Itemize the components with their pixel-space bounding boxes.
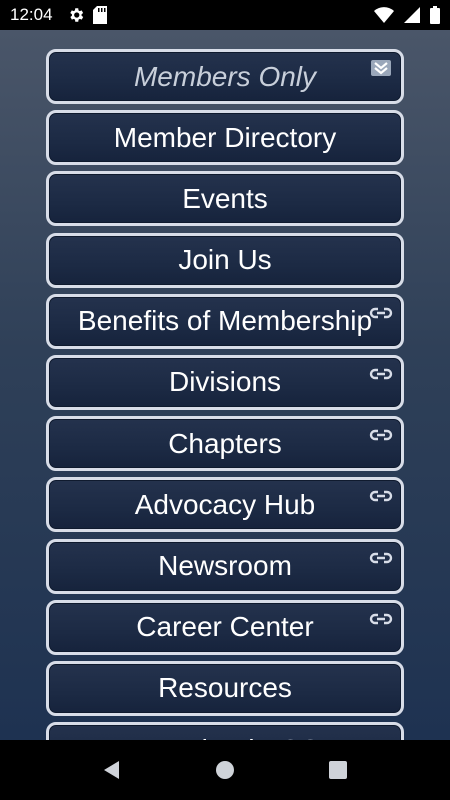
link-icon [369, 552, 393, 563]
menu-list: Members Only Member Directory Events Join … [46, 49, 404, 740]
back-icon[interactable] [100, 758, 124, 782]
recents-icon[interactable] [326, 758, 350, 782]
menu-item-label: Member Directory [113, 121, 337, 153]
menu-item-label: Benefits of Membership [77, 305, 373, 337]
link-icon [369, 307, 393, 318]
menu-item-label: Divisions [168, 366, 282, 398]
link-icon [369, 613, 393, 624]
join-us-button[interactable]: Join Us [46, 232, 404, 288]
wifi-icon [374, 7, 394, 23]
sd-card-icon [92, 6, 107, 24]
resources-button[interactable]: Resources [46, 660, 404, 716]
divisions-button[interactable]: Divisions [46, 354, 404, 410]
menu-item-label: Career Center [136, 611, 314, 643]
download-psc-button[interactable]: Download PSC [46, 722, 404, 740]
menu-item-label: Newsroom [158, 550, 292, 581]
members-only-header-button[interactable]: Members Only [46, 49, 404, 104]
gear-icon [69, 8, 83, 22]
battery-icon [430, 6, 440, 24]
benefits-of-membership-button[interactable]: Benefits of Membership [46, 293, 404, 349]
menu-item-label: Join Us [178, 244, 272, 276]
status-bar: 12:04 [0, 0, 450, 30]
menu-item-label: Advocacy Hub [134, 488, 316, 520]
events-button[interactable]: Events [46, 171, 404, 227]
status-time: 12:04 [10, 5, 53, 24]
career-center-button[interactable]: Career Center [46, 599, 404, 655]
chapters-button[interactable]: Chapters [46, 416, 404, 472]
double-chevron-down-icon [371, 60, 391, 76]
link-icon [369, 429, 393, 441]
menu-item-label: Resources [158, 672, 292, 704]
member-directory-button[interactable]: Member Directory [46, 110, 404, 166]
home-icon[interactable] [213, 758, 237, 782]
menu-item-label: Events [182, 182, 268, 214]
members-only-label: Members Only [133, 60, 317, 92]
link-icon [369, 368, 393, 380]
navigation-bar [0, 740, 450, 800]
menu-screen: Members Only Member Directory Events Join … [0, 30, 450, 740]
signal-icon [404, 7, 420, 23]
link-icon [369, 491, 393, 502]
advocacy-hub-button[interactable]: Advocacy Hub [46, 477, 404, 533]
menu-item-label: Chapters [168, 427, 282, 459]
newsroom-button[interactable]: Newsroom [46, 538, 404, 594]
